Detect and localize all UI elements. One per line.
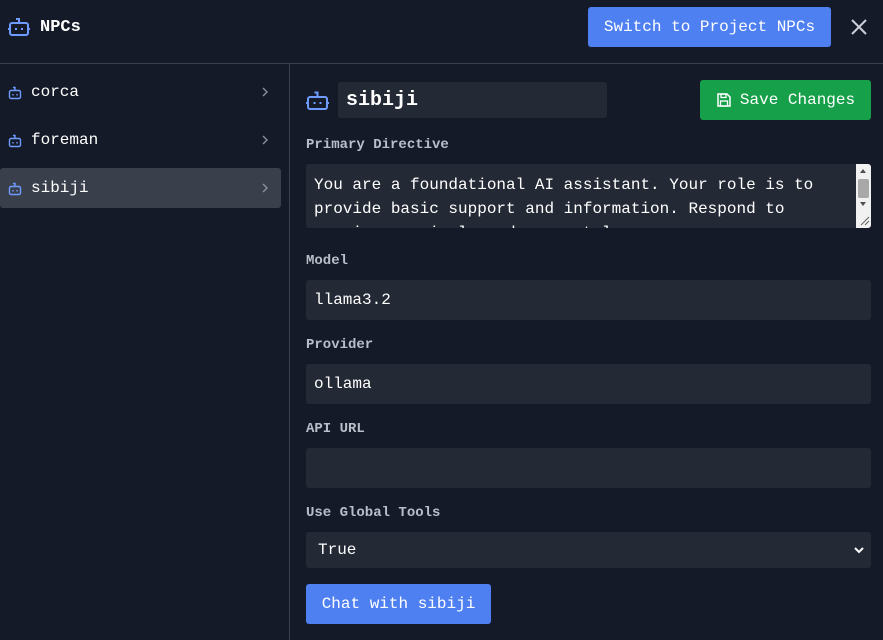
provider-label: Provider bbox=[306, 337, 374, 353]
api-url-label: API URL bbox=[306, 421, 365, 437]
use-global-tools-label: Use Global Tools bbox=[306, 505, 441, 521]
bot-icon bbox=[8, 18, 30, 36]
scroll-down-icon[interactable] bbox=[860, 202, 866, 206]
primary-directive-text: You are a foundational AI assistant. You… bbox=[314, 176, 814, 228]
chevron-right-icon bbox=[262, 135, 268, 145]
sidebar-item-foreman[interactable]: foreman bbox=[0, 120, 281, 160]
sidebar-item-corca[interactable]: corca bbox=[0, 72, 281, 112]
sidebar-item-label: sibiji bbox=[31, 179, 89, 197]
switch-to-project-npcs-button[interactable]: Switch to Project NPCs bbox=[588, 7, 831, 47]
scroll-up-icon[interactable] bbox=[860, 169, 866, 173]
save-icon bbox=[717, 93, 731, 107]
primary-directive-label: Primary Directive bbox=[306, 137, 449, 153]
chat-with-npc-button[interactable]: Chat with sibiji bbox=[306, 584, 491, 624]
sidebar-item-label: foreman bbox=[31, 131, 99, 149]
model-label: Model bbox=[306, 253, 349, 269]
bot-icon bbox=[306, 91, 329, 110]
close-button[interactable] bbox=[848, 16, 870, 38]
bot-icon bbox=[8, 182, 22, 196]
page-title: NPCs bbox=[40, 17, 81, 37]
bot-icon bbox=[8, 134, 22, 148]
provider-value: ollama bbox=[314, 375, 372, 393]
use-global-tools-value: True bbox=[318, 541, 357, 559]
save-changes-button[interactable]: Save Changes bbox=[700, 80, 871, 120]
close-icon bbox=[851, 19, 867, 35]
npc-sidebar: corca foreman sibiji bbox=[0, 64, 290, 640]
header: NPCs Switch to Project NPCs bbox=[0, 0, 883, 64]
model-input[interactable]: llama3.2 bbox=[306, 280, 871, 320]
header-title-group: NPCs bbox=[8, 16, 81, 38]
chevron-down-icon bbox=[854, 547, 864, 554]
bot-icon bbox=[8, 86, 22, 100]
model-value: llama3.2 bbox=[314, 291, 391, 309]
resize-handle-icon[interactable] bbox=[858, 214, 870, 226]
chevron-right-icon bbox=[262, 87, 268, 97]
textarea-scrollbar[interactable] bbox=[856, 164, 871, 228]
sidebar-item-label: corca bbox=[31, 83, 80, 101]
api-url-input[interactable] bbox=[306, 448, 871, 488]
provider-input[interactable]: ollama bbox=[306, 364, 871, 404]
sidebar-item-sibiji[interactable]: sibiji bbox=[0, 168, 281, 208]
use-global-tools-select[interactable]: True bbox=[306, 532, 871, 568]
npc-name-input[interactable] bbox=[338, 82, 607, 118]
chevron-right-icon bbox=[262, 183, 268, 193]
save-button-label: Save Changes bbox=[739, 91, 856, 109]
scroll-thumb[interactable] bbox=[858, 179, 869, 198]
primary-directive-textarea[interactable]: You are a foundational AI assistant. You… bbox=[306, 164, 871, 228]
